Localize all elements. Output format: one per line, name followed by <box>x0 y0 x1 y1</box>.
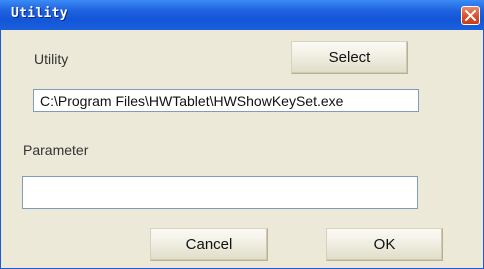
utility-dialog: Utility Utility Select C:\Program Files\… <box>0 0 484 269</box>
cancel-button[interactable]: Cancel <box>150 228 268 261</box>
parameter-label: Parameter <box>23 142 89 158</box>
ok-button-label: OK <box>373 236 396 253</box>
ok-button[interactable]: OK <box>326 228 443 261</box>
select-button-label: Select <box>328 49 371 66</box>
select-button[interactable]: Select <box>291 41 408 74</box>
cancel-button-label: Cancel <box>185 236 233 253</box>
close-x-icon <box>465 10 476 21</box>
window-title: Utility <box>11 6 68 21</box>
utility-path-value: C:\Program Files\HWTablet\HWShowKeySet.e… <box>40 93 344 109</box>
utility-label: Utility <box>34 51 69 67</box>
parameter-input[interactable] <box>22 176 418 209</box>
close-button[interactable] <box>461 6 480 25</box>
utility-path-field[interactable]: C:\Program Files\HWTablet\HWShowKeySet.e… <box>33 89 419 112</box>
title-bar[interactable]: Utility <box>0 0 484 30</box>
